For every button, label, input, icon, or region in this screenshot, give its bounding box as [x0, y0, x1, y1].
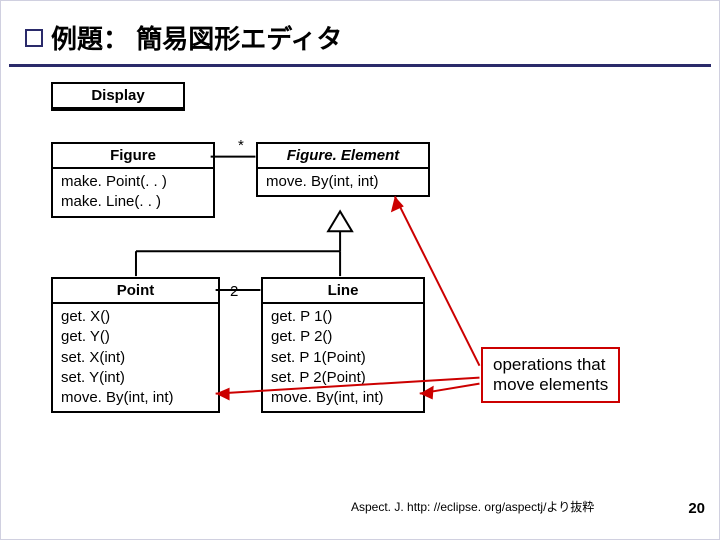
class-figure: Figure make. Point(. . ) make. Line(. . …: [51, 142, 215, 218]
class-point-name: Point: [53, 279, 218, 304]
page-number: 20: [688, 500, 705, 517]
multiplicity-star: *: [238, 137, 244, 154]
class-line: Line get. P 1() get. P 2() set. P 1(Poin…: [261, 277, 425, 413]
slide-title: 例題： 簡易図形エディタ: [51, 19, 342, 56]
class-display: Display: [51, 82, 185, 111]
title-bullet-icon: [25, 29, 43, 47]
class-display-name: Display: [53, 84, 183, 109]
class-point: Point get. X() get. Y() set. X(int) set.…: [51, 277, 220, 413]
citation: Aspect. J. http: //eclipse. org/aspectj/…: [351, 498, 594, 515]
class-figure-element-name: Figure. Element: [258, 144, 428, 169]
slide: { "title": "例題： 簡易図形エディタ", "classes": { …: [0, 0, 720, 540]
class-line-ops: get. P 1() get. P 2() set. P 1(Point) se…: [263, 304, 423, 411]
class-line-name: Line: [263, 279, 423, 304]
class-figure-name: Figure: [53, 144, 213, 169]
generalization-arrow-icon: [328, 211, 352, 231]
note-arrow-to-line: [420, 384, 480, 400]
class-figure-ops: make. Point(. . ) make. Line(. . ): [53, 169, 213, 216]
class-figure-element-ops: move. By(int, int): [258, 169, 428, 195]
class-figure-element: Figure. Element move. By(int, int): [256, 142, 430, 197]
diagram-canvas: Display Figure make. Point(. . ) make. L…: [1, 67, 719, 525]
class-point-ops: get. X() get. Y() set. X(int) set. Y(int…: [53, 304, 218, 411]
multiplicity-two: 2: [230, 283, 238, 300]
annotation-note: operations that move elements: [481, 347, 620, 403]
